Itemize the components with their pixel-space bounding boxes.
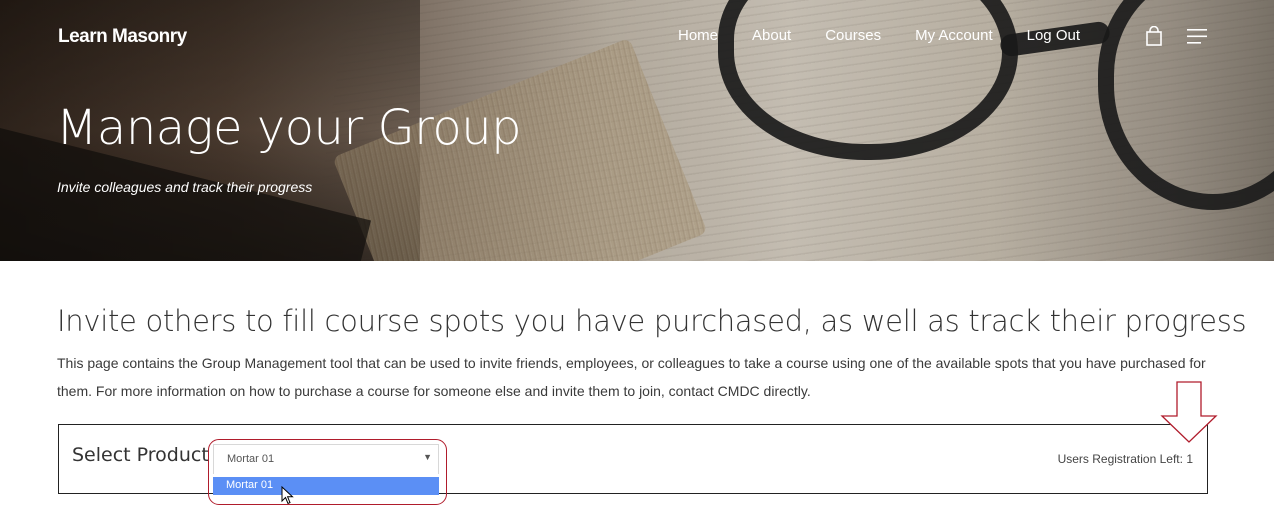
mouse-cursor-icon: [281, 486, 294, 505]
annotation-down-arrow-icon: [1160, 381, 1218, 443]
nav-log-out[interactable]: Log Out: [1027, 26, 1080, 46]
nav-courses[interactable]: Courses: [825, 26, 881, 46]
caret-down-icon: ▼: [423, 452, 432, 462]
section-heading: Invite others to fill course spots you h…: [57, 304, 1247, 338]
product-select-value: Mortar 01: [227, 453, 275, 465]
registration-count: 1: [1186, 452, 1193, 466]
main-nav: Home About Courses My Account Log Out: [678, 26, 1114, 46]
select-product-label: Select Product: [72, 444, 209, 466]
menu-icon[interactable]: [1187, 29, 1207, 44]
users-registration-left: Users Registration Left: 1: [1058, 452, 1193, 466]
registration-label: Users Registration Left:: [1057, 452, 1183, 466]
nav-my-account[interactable]: My Account: [915, 26, 993, 46]
product-selector-panel: Select Product Mortar 01 ▼ Mortar 01 Use…: [58, 424, 1208, 505]
page-subtitle: Invite colleagues and track their progre…: [57, 179, 313, 195]
page-title: Manage your Group: [56, 100, 522, 156]
site-logo[interactable]: Learn Masonry: [58, 26, 187, 48]
dropdown-option-mortar-01[interactable]: Mortar 01: [213, 477, 439, 495]
product-select[interactable]: Mortar 01 ▼: [213, 444, 439, 474]
cart-icon[interactable]: [1145, 26, 1163, 46]
nav-home[interactable]: Home: [678, 26, 718, 46]
section-description: This page contains the Group Management …: [57, 355, 1206, 399]
hero-banner: Learn Masonry Home About Courses My Acco…: [0, 0, 1274, 261]
nav-about[interactable]: About: [752, 26, 791, 46]
